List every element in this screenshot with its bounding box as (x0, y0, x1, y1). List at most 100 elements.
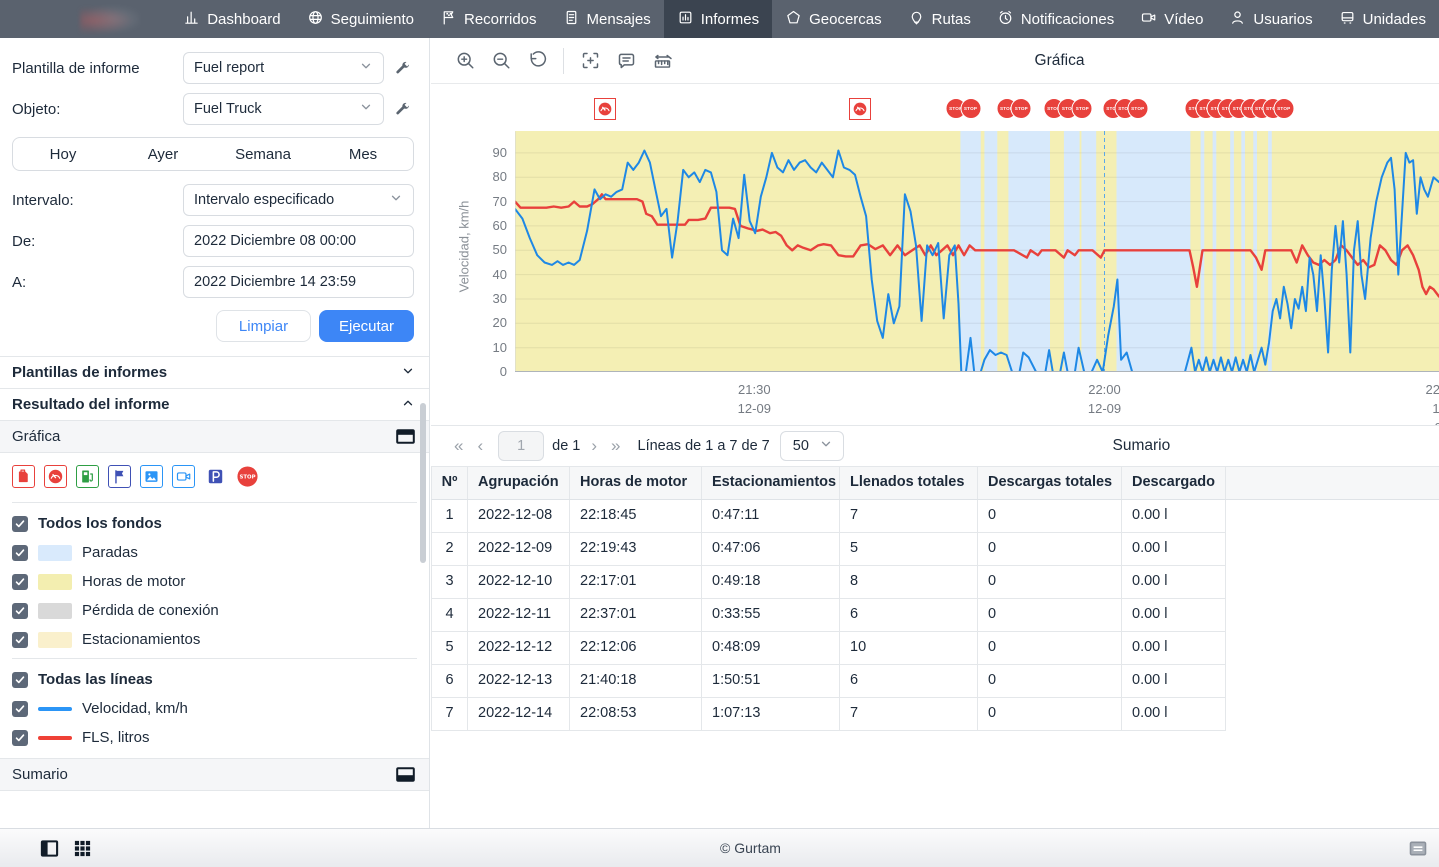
range-month-button[interactable]: Mes (313, 146, 413, 163)
stop-icon[interactable]: STOP (236, 465, 259, 488)
table-row[interactable]: 42022-12-1122:37:010:33:55600.00 l (432, 599, 1226, 632)
nav-item-usuarios[interactable]: Usuarios (1216, 0, 1325, 38)
stop-event-marker-icon[interactable]: STOP (1072, 98, 1093, 119)
table-row[interactable]: 22022-12-0922:19:430:47:06500.00 l (432, 533, 1226, 566)
checkbox-checked[interactable] (12, 701, 28, 717)
nav-item-notificaciones[interactable]: Notificaciones (984, 0, 1127, 38)
nav-item-rutas[interactable]: Rutas (895, 0, 984, 38)
zoom-out-icon[interactable] (483, 46, 519, 76)
section-chart[interactable]: Gráfica (0, 420, 429, 453)
sidebar-scrollbar[interactable] (420, 403, 426, 563)
column-header[interactable]: Llenados totales (840, 467, 978, 499)
table-cell: 0.00 l (1122, 698, 1226, 730)
checkbox-checked[interactable] (12, 516, 28, 532)
prev-page-button[interactable]: ‹ (470, 436, 490, 456)
nav-item-dashboard[interactable]: Dashboard (170, 0, 293, 38)
window-dock-icon[interactable] (396, 767, 415, 782)
parking-icon[interactable] (204, 465, 227, 488)
chart-area[interactable]: STOPSTOPSTOPSTOPSTOPSTOPSTOPSTOPSTOPSTOP… (431, 84, 1439, 425)
interval-select[interactable]: Intervalo especificado (183, 184, 414, 216)
stop-event-marker-icon[interactable]: STOP (960, 98, 981, 119)
range-yesterday-button[interactable]: Ayer (113, 146, 213, 163)
object-settings-wrench-icon[interactable] (394, 101, 414, 118)
chart-plot[interactable] (515, 131, 1439, 372)
jerrycan-icon[interactable] (12, 465, 35, 488)
object-select[interactable]: Fuel Truck (183, 93, 384, 125)
table-row[interactable]: 12022-12-0822:18:450:47:11700.00 l (432, 500, 1226, 533)
column-header[interactable]: Descargas totales (978, 467, 1122, 499)
video-icon[interactable] (172, 465, 195, 488)
toggle-sidebar-icon[interactable] (40, 839, 59, 858)
template-settings-wrench-icon[interactable] (394, 60, 414, 77)
table-row[interactable]: 32022-12-1022:17:010:49:18800.00 l (432, 566, 1226, 599)
column-header[interactable]: Descargado (1122, 467, 1226, 499)
report-template-select[interactable]: Fuel report (183, 52, 384, 84)
checkbox-checked[interactable] (12, 545, 28, 561)
nav-item-seguimiento[interactable]: Seguimiento (294, 0, 427, 38)
page-number-input[interactable]: 1 (498, 431, 544, 461)
next-page-button[interactable]: › (584, 436, 604, 456)
reset-zoom-icon[interactable] (519, 46, 555, 76)
range-week-button[interactable]: Semana (213, 146, 313, 163)
table-cell: 22:08:53 (570, 698, 702, 730)
execute-button[interactable]: Ejecutar (319, 310, 414, 342)
image-icon[interactable] (140, 465, 163, 488)
checkbox-checked[interactable] (12, 672, 28, 688)
user-icon (1229, 9, 1246, 30)
race-flag-icon (440, 9, 457, 30)
flag-icon[interactable] (108, 465, 131, 488)
fuel-station-icon[interactable] (76, 465, 99, 488)
last-page-button[interactable]: » (604, 436, 627, 456)
section-report-templates[interactable]: Plantillas de informes (0, 356, 429, 388)
table-row[interactable]: 62022-12-1321:40:181:50:51600.00 l (432, 665, 1226, 698)
table-row[interactable]: 72022-12-1422:08:531:07:13700.00 l (432, 698, 1226, 731)
checkbox-checked[interactable] (12, 603, 28, 619)
section-summary[interactable]: Sumario (0, 758, 429, 791)
column-header[interactable]: Agrupación (468, 467, 570, 499)
page-size-select[interactable]: 50 (780, 431, 844, 461)
range-today-button[interactable]: Hoy (13, 146, 113, 163)
fuel-event-marker-icon[interactable] (594, 98, 616, 120)
nav-item-informes[interactable]: Informes (664, 0, 772, 38)
tooltip-icon[interactable] (608, 46, 644, 76)
zoom-in-icon[interactable] (447, 46, 483, 76)
first-page-button[interactable]: « (447, 436, 470, 456)
checkbox-checked[interactable] (12, 574, 28, 590)
to-datetime-field[interactable]: 2022 Diciembre 14 23:59 (183, 266, 414, 298)
table-cell: 0 (978, 500, 1122, 532)
globe-icon (307, 9, 324, 30)
stop-event-marker-icon[interactable]: STOP (1011, 98, 1032, 119)
background-layer-row: Pérdida de conexión (0, 596, 429, 625)
column-header[interactable]: Horas de motor (570, 467, 702, 499)
stop-event-marker-icon[interactable]: STOP (1273, 98, 1294, 119)
table-row[interactable]: 52022-12-1222:12:060:48:091000.00 l (432, 632, 1226, 665)
table-cell: 22:12:06 (570, 632, 702, 664)
window-dock-icon[interactable] (396, 429, 415, 444)
nav-item-mensajes[interactable]: Mensajes (550, 0, 664, 38)
divider (12, 658, 417, 659)
interval-value: Intervalo especificado (194, 192, 334, 208)
table-cell: 21:40:18 (570, 665, 702, 697)
stop-event-marker-icon[interactable]: STOP (1127, 98, 1148, 119)
object-value: Fuel Truck (194, 101, 262, 117)
from-datetime-field[interactable]: 2022 Diciembre 08 00:00 (183, 225, 414, 257)
checkbox-checked[interactable] (12, 632, 28, 648)
column-header[interactable]: Estacionamientos (702, 467, 840, 499)
nav-item-geocercas[interactable]: Geocercas (772, 0, 895, 38)
gauge-icon[interactable] (44, 465, 67, 488)
section-report-result[interactable]: Resultado del informe (0, 388, 429, 420)
background-layers-list: Todos los fondos Paradas Horas de motor … (0, 509, 429, 654)
marquee-zoom-icon[interactable] (572, 46, 608, 76)
column-header[interactable]: Nº (432, 467, 468, 499)
bottom-panel-icon[interactable] (1409, 841, 1439, 856)
ruler-icon[interactable] (644, 46, 680, 76)
nav-item-recorridos[interactable]: Recorridos (427, 0, 550, 38)
nav-item-vídeo[interactable]: Vídeo (1127, 0, 1216, 38)
header-filler (1226, 467, 1439, 499)
nav-item-unidades[interactable]: Unidades (1326, 0, 1439, 38)
checkbox-checked[interactable] (12, 730, 28, 746)
clear-button[interactable]: Limpiar (216, 310, 311, 342)
fuel-event-marker-icon[interactable] (849, 98, 871, 120)
apps-grid-icon[interactable] (73, 839, 92, 858)
logo[interactable] (0, 0, 170, 38)
